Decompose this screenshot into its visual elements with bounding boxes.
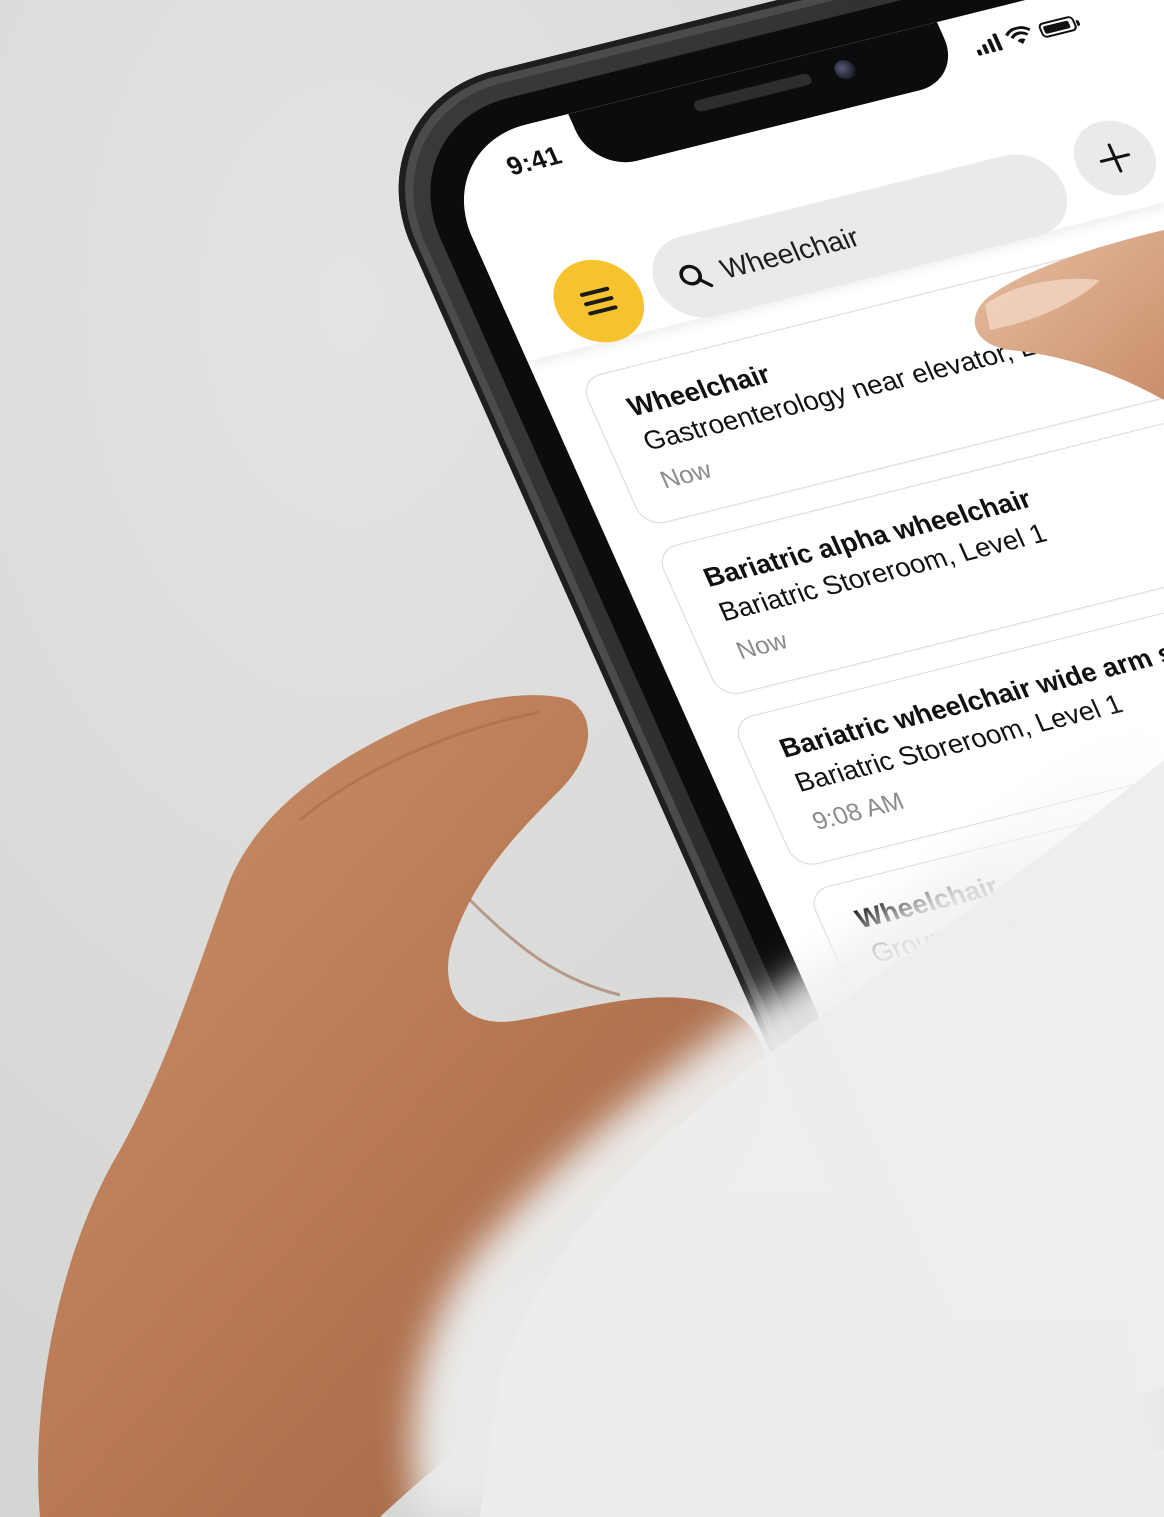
speaker-grille — [692, 72, 814, 113]
search-icon — [679, 264, 714, 288]
hamburger-icon — [579, 286, 619, 316]
status-icons — [971, 13, 1079, 56]
menu-button[interactable] — [539, 250, 659, 352]
plus-icon — [1099, 143, 1131, 173]
status-time: 9:41 — [501, 140, 567, 182]
signal-icon — [972, 33, 1004, 56]
wifi-icon — [1005, 26, 1031, 44]
photo-scene: 9:41 Wheelchair Wheelchair Gastroenterol… — [0, 0, 1164, 1517]
search-query: Wheelchair — [715, 221, 865, 285]
add-button[interactable] — [1061, 112, 1164, 204]
battery-icon — [1036, 15, 1079, 39]
front-camera — [831, 57, 859, 82]
